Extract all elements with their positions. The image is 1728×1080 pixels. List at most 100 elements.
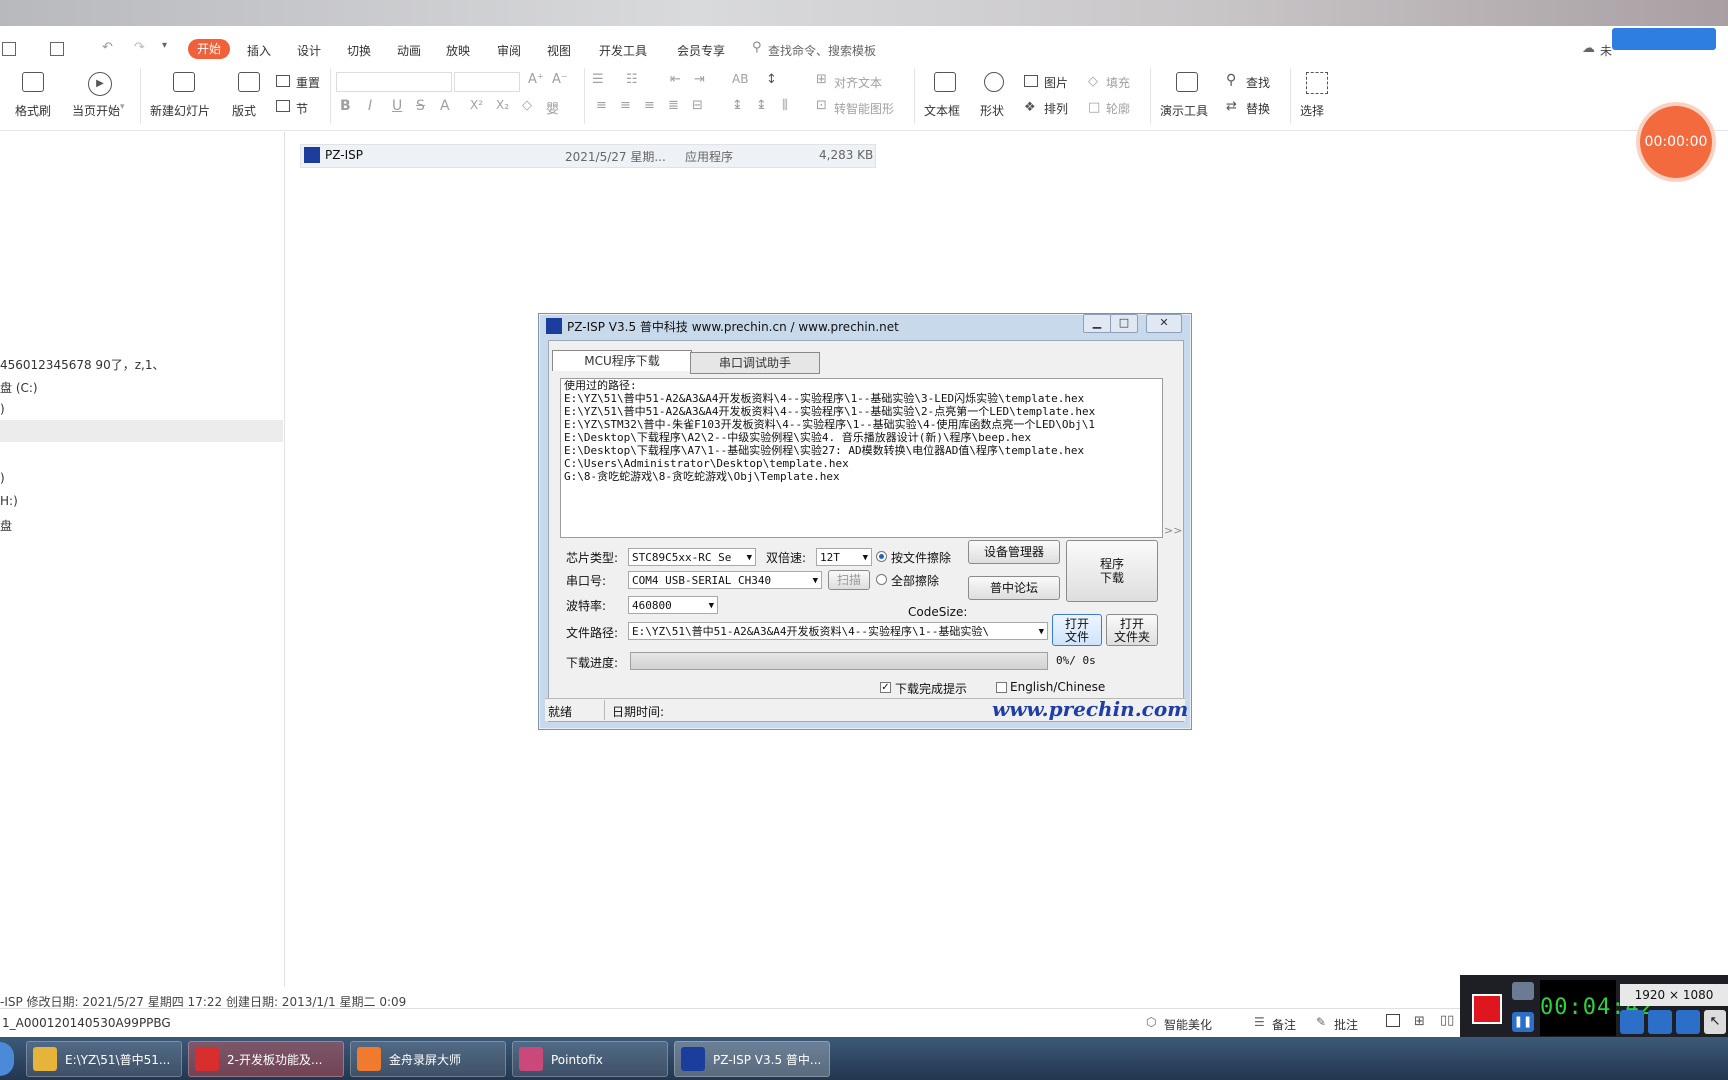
textbox-icon[interactable]	[934, 72, 956, 92]
char-spacing-icon[interactable]: 嬰	[546, 98, 559, 117]
find-icon[interactable]: ⚲	[1226, 72, 1236, 88]
left-panel-row[interactable]: 盘	[0, 517, 12, 534]
format-painter-icon[interactable]	[22, 72, 44, 92]
shape-button[interactable]: 形状	[980, 102, 1004, 119]
font-size-combo[interactable]	[454, 72, 520, 92]
section-button[interactable]: 节	[296, 100, 308, 117]
shape-icon[interactable]	[984, 72, 1004, 92]
speed-select[interactable]: 12T ▼	[816, 548, 872, 566]
section-icon[interactable]	[276, 100, 290, 112]
indent-decrease-icon[interactable]: ⇤	[670, 72, 681, 87]
underline-icon[interactable]: U	[392, 98, 402, 114]
text-direction-icon[interactable]: AB	[732, 72, 748, 86]
taskbar-item-pointofix[interactable]: Pointofix	[512, 1041, 668, 1077]
redo-icon[interactable]: ↷	[134, 40, 145, 55]
fill-icon[interactable]: ◇	[1088, 74, 1098, 89]
present-tools-button[interactable]: 演示工具	[1160, 102, 1208, 119]
slide-sorter-icon[interactable]: ⊞	[1414, 1014, 1425, 1029]
bullets-icon[interactable]: ☰	[592, 72, 604, 87]
left-panel-selected-row[interactable]	[0, 420, 283, 442]
tab-slideshow[interactable]: 放映	[446, 42, 470, 59]
start-from-current-button[interactable]: 当页开始	[72, 102, 120, 119]
notes-button[interactable]: 备注	[1272, 1016, 1296, 1033]
filepath-select[interactable]: E:\YZ\51\普中51-A2&A3&A4开发板资料\4--实验程序\1--基…	[628, 622, 1048, 640]
clear-format-icon[interactable]: ◇	[522, 98, 532, 113]
new-slide-button[interactable]: 新建幻灯片	[150, 102, 210, 119]
strikethrough-icon[interactable]: S	[416, 98, 425, 114]
outline-button[interactable]: 轮廓	[1106, 100, 1130, 117]
sort-icon[interactable]: ↕	[766, 72, 777, 87]
line-spacing-icon[interactable]: ↨	[732, 98, 743, 113]
columns-icon[interactable]: ⫼	[782, 98, 788, 113]
format-painter-button[interactable]: 格式刷	[15, 102, 51, 119]
prechin-logo[interactable]: www.prechin.com	[992, 697, 1188, 721]
forum-button[interactable]: 普中论坛	[968, 576, 1060, 600]
customize-chevron-icon[interactable]: ▾	[162, 40, 167, 51]
comments-button[interactable]: 批注	[1334, 1016, 1358, 1033]
speaker-icon[interactable]	[1620, 1010, 1644, 1034]
italic-icon[interactable]: I	[368, 98, 372, 114]
arrange-button[interactable]: 排列	[1044, 100, 1068, 117]
tab-transition[interactable]: 切换	[347, 42, 371, 59]
align-center-icon[interactable]: ≡	[620, 98, 631, 113]
maximize-button[interactable]: □	[1110, 314, 1138, 333]
left-panel-row[interactable]: 盘 (C:)	[0, 379, 38, 396]
increase-font-icon[interactable]: A⁺	[528, 72, 544, 87]
outline-icon[interactable]: □	[1088, 100, 1100, 115]
camera-icon[interactable]	[1512, 982, 1534, 1000]
fill-button[interactable]: 填充	[1106, 74, 1130, 91]
open-folder-button[interactable]: 打开 文件夹	[1106, 614, 1158, 646]
left-panel-row[interactable]: H:)	[0, 494, 18, 508]
history-path-item[interactable]: E:\Desktop\下载程序\A7\1--基础实验例程\实验27: AD模数转…	[561, 444, 1162, 457]
scan-button[interactable]: 扫描	[828, 570, 870, 590]
picture-button[interactable]: 图片	[1044, 74, 1068, 91]
quick-access-icons[interactable]: ↶ ↷ ▾	[0, 38, 178, 60]
erase-all-radio[interactable]	[876, 574, 887, 585]
justify-icon[interactable]: ≣	[668, 98, 679, 113]
bold-icon[interactable]: B	[340, 98, 351, 114]
taskbar-item-explorer[interactable]: E:\YZ\51\普中51...	[26, 1041, 182, 1077]
left-panel-row[interactable]: )	[0, 471, 5, 485]
open-file-button[interactable]: 打开 文件	[1052, 614, 1102, 646]
select-icon[interactable]	[1306, 72, 1328, 94]
webcam-icon[interactable]	[1676, 1010, 1700, 1034]
pause-icon[interactable]: ❚❚	[1512, 1012, 1534, 1032]
find-button[interactable]: 查找	[1246, 74, 1270, 91]
tab-view[interactable]: 视图	[547, 42, 571, 59]
stop-record-button[interactable]	[1472, 994, 1502, 1024]
close-button[interactable]: ✕	[1146, 314, 1182, 333]
new-slide-icon[interactable]	[173, 72, 195, 92]
font-color-icon[interactable]: A	[440, 98, 450, 114]
smartart-icon[interactable]: ⊡	[816, 98, 827, 113]
command-search[interactable]: 查找命令、搜索模板	[768, 42, 876, 59]
expand-panel-toggle[interactable]: >>	[1164, 524, 1182, 537]
history-path-item[interactable]: G:\8-贪吃蛇游戏\8-贪吃蛇游戏\Obj\Template.hex	[561, 470, 1162, 483]
align-right-icon[interactable]: ≡	[644, 98, 655, 113]
undo-icon[interactable]: ↶	[102, 40, 113, 55]
tab-design[interactable]: 设计	[297, 42, 321, 59]
tab-developer[interactable]: 开发工具	[599, 42, 647, 59]
present-tools-icon[interactable]	[1176, 72, 1198, 92]
baud-select[interactable]: 460800 ▼	[628, 596, 718, 614]
decrease-font-icon[interactable]: A⁻	[552, 72, 568, 87]
reset-button[interactable]: 重置	[296, 74, 320, 91]
normal-view-icon[interactable]	[1386, 1014, 1400, 1027]
port-select[interactable]: COM4 USB-SERIAL CH340 ▼	[628, 571, 822, 589]
recording-timer-badge[interactable]: 00:00:00	[1640, 106, 1712, 178]
taskbar-item-wps-presentation[interactable]: 2-开发板功能及...	[188, 1041, 344, 1077]
distribute-icon[interactable]: ⊟	[692, 98, 703, 113]
cloud-status-label[interactable]: 未	[1600, 42, 1612, 59]
subscript-icon[interactable]: X₂	[496, 98, 509, 112]
history-path-item[interactable]: C:\Users\Administrator\Desktop\template.…	[561, 457, 1162, 470]
microphone-icon[interactable]	[1648, 1010, 1672, 1034]
erase-by-file-radio[interactable]	[876, 551, 887, 562]
replace-icon[interactable]: ⇄	[1226, 99, 1237, 114]
tab-mcu-download[interactable]: MCU程序下载	[552, 350, 692, 371]
para-spacing-icon[interactable]: ↨	[756, 98, 767, 113]
cloud-sync-badge[interactable]	[1612, 28, 1716, 50]
superscript-icon[interactable]: X²	[470, 98, 483, 112]
textbox-button[interactable]: 文本框	[924, 102, 960, 119]
reading-view-icon[interactable]: ▯▯	[1440, 1013, 1454, 1028]
tab-start[interactable]: 开始	[188, 39, 230, 59]
tab-animation[interactable]: 动画	[397, 42, 421, 59]
